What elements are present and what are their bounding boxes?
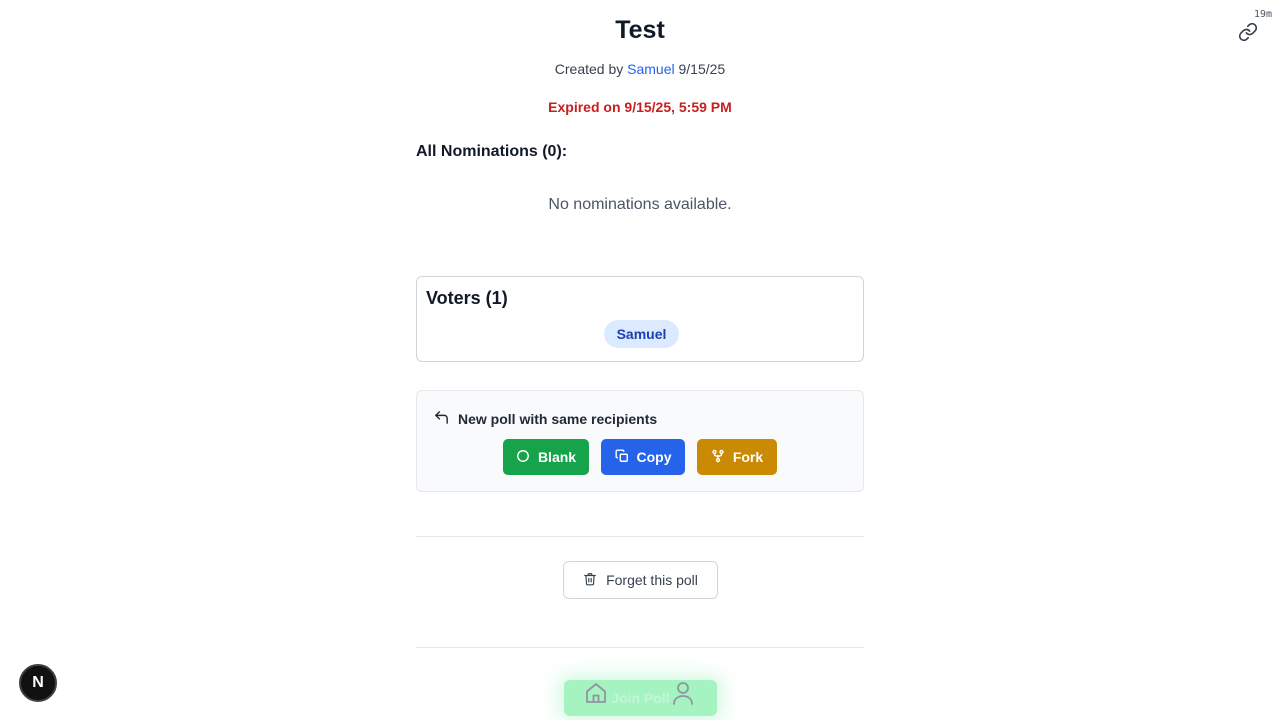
link-icon[interactable] [1238,22,1258,42]
divider-bottom [416,647,864,648]
author-link[interactable]: Samuel [627,61,674,77]
circle-icon [516,449,530,466]
new-poll-heading-text: New poll with same recipients [458,411,658,427]
home-icon[interactable] [584,681,608,705]
new-poll-card: New poll with same recipients Blank Copy [416,390,864,492]
top-right-area: 19m [1220,0,1280,60]
voter-chip[interactable]: Samuel [604,320,679,348]
copy-icon [614,448,629,466]
forget-poll-label: Forget this poll [606,572,698,588]
trash-icon [583,572,597,589]
dev-tools-badge[interactable]: N [19,664,57,702]
poll-title: Test [615,16,665,44]
user-icon[interactable] [671,680,695,706]
voters-title: Voters (1) [426,288,508,308]
new-poll-heading: New poll with same recipients [433,409,657,429]
fork-button[interactable]: Fork [697,439,777,475]
expired-notice: Expired on 9/15/25, 5:59 PM [548,99,732,115]
timer-text: 19m [1253,9,1272,20]
created-prefix: Created by [554,61,624,77]
created-date: 9/15/25 [678,61,726,77]
created-by-line: Created by Samuel 9/15/25 [416,61,864,77]
blank-button-label: Blank [537,449,577,465]
copy-button[interactable]: Copy [601,439,685,475]
nominations-empty-text: No nominations available. [548,196,732,213]
divider-top [416,536,864,537]
blank-button[interactable]: Blank [503,439,589,475]
nominations-heading: All Nominations (0): [416,143,568,160]
bottom-action-bar[interactable]: Join Poll [564,680,717,716]
fork-icon [711,449,725,466]
reply-arrow-icon [433,409,450,429]
forget-poll-button[interactable]: Forget this poll [563,561,718,599]
copy-button-label: Copy [636,449,672,465]
voters-card: Voters (1) Samuel [416,276,864,362]
fork-button-label: Fork [732,449,764,465]
